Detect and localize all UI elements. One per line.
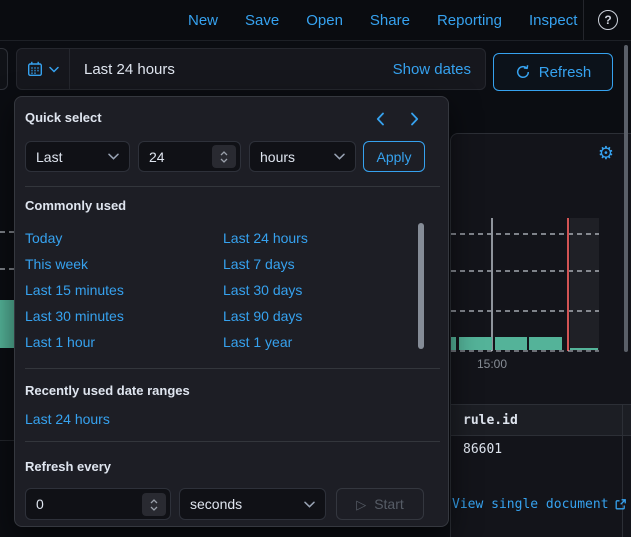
nav-reporting[interactable]: Reporting <box>437 12 502 29</box>
quick-link-last-7-days[interactable]: Last 7 days <box>223 256 295 272</box>
stepper-up-icon <box>150 499 158 504</box>
date-picker-bar: Last 24 hours Show dates <box>16 48 486 90</box>
quick-link-last-90-days[interactable]: Last 90 days <box>223 308 302 324</box>
show-dates-button[interactable]: Show dates <box>393 61 471 78</box>
document-chart-panel: ⚙ 15:00 rule.id 86601 View single docume… <box>450 133 631 537</box>
chevron-down-icon <box>334 153 345 160</box>
view-single-document-link[interactable]: View single document <box>452 497 627 512</box>
refresh-unit-select[interactable]: seconds <box>179 488 326 520</box>
quick-link-last-30-days[interactable]: Last 30 days <box>223 282 302 298</box>
chart-cursor-line <box>491 218 493 351</box>
quick-link-last-30-minutes[interactable]: Last 30 minutes <box>25 308 124 324</box>
stepper-up-icon <box>220 151 228 156</box>
page-scrollbar[interactable] <box>624 45 628 352</box>
table-right-border <box>622 404 623 537</box>
number-stepper[interactable] <box>142 493 166 516</box>
query-bar-edge <box>0 48 8 90</box>
popover-divider <box>25 368 440 369</box>
quick-link-this-week[interactable]: This week <box>25 256 88 272</box>
gridline-fragment <box>0 268 14 270</box>
chart-bar <box>495 337 527 350</box>
topbar-divider <box>583 0 584 40</box>
chart-bar <box>0 300 14 348</box>
quick-link-last-1-year[interactable]: Last 1 year <box>223 334 292 350</box>
gear-icon[interactable]: ⚙ <box>595 142 617 164</box>
refresh-label: Refresh <box>539 64 592 81</box>
amount-field-wrap <box>138 141 241 172</box>
unit-select-value: hours <box>260 149 295 165</box>
gridline-fragment <box>0 231 14 233</box>
x-axis-tick-label: 15:00 <box>477 357 507 371</box>
tense-select-value: Last <box>36 149 62 165</box>
refresh-button[interactable]: Refresh <box>493 53 613 91</box>
view-single-document-label: View single document <box>452 497 609 512</box>
nav-new[interactable]: New <box>188 12 218 29</box>
quick-link-last-1-hour[interactable]: Last 1 hour <box>25 334 95 350</box>
recently-used-last-24-hours[interactable]: Last 24 hours <box>25 411 110 427</box>
amount-input[interactable] <box>149 149 209 165</box>
calendar-icon <box>27 61 43 77</box>
commonly-used-title: Commonly used <box>25 198 126 213</box>
chevron-down-icon <box>304 501 315 508</box>
panel-edge-fragment <box>0 440 14 441</box>
chart-shaded-region <box>570 218 599 351</box>
top-bar: New Save Open Share Reporting Inspect ? <box>0 0 631 41</box>
chart-marker-line <box>567 218 569 351</box>
chart-bar <box>459 337 492 350</box>
interval-field-wrap <box>25 488 171 520</box>
help-icon[interactable]: ? <box>598 10 618 30</box>
tense-select[interactable]: Last <box>25 141 130 172</box>
quick-link-today[interactable]: Today <box>25 230 62 246</box>
refresh-every-title: Refresh every <box>25 459 111 474</box>
unit-select[interactable]: hours <box>249 141 356 172</box>
chart-bar <box>451 337 456 350</box>
selected-range-label[interactable]: Last 24 hours <box>84 61 175 78</box>
quick-link-last-15-minutes[interactable]: Last 15 minutes <box>25 282 124 298</box>
start-label: Start <box>374 496 404 512</box>
previous-time-window-icon[interactable] <box>369 108 391 130</box>
stepper-down-icon <box>150 506 158 511</box>
popover-divider <box>25 186 440 187</box>
datebar-divider <box>69 49 70 89</box>
screen: New Save Open Share Reporting Inspect ? <box>0 0 631 537</box>
number-stepper[interactable] <box>212 145 236 168</box>
quick-link-last-24-hours[interactable]: Last 24 hours <box>223 230 308 246</box>
chevron-down-icon <box>108 153 119 160</box>
start-refresh-button[interactable]: ▷ Start <box>336 488 424 520</box>
chart-bar <box>529 337 562 350</box>
popover-divider <box>25 441 440 442</box>
calendar-dropdown-button[interactable] <box>17 49 69 89</box>
stepper-down-icon <box>220 158 228 163</box>
nav-open[interactable]: Open <box>306 12 343 29</box>
top-nav: New Save Open Share Reporting Inspect <box>188 0 577 40</box>
nav-save[interactable]: Save <box>245 12 279 29</box>
external-link-icon <box>614 498 627 511</box>
nav-inspect[interactable]: Inspect <box>529 12 577 29</box>
quick-select-title: Quick select <box>25 110 102 125</box>
date-picker-popover: Quick select Last hours Apply <box>14 96 449 527</box>
refresh-interval-input[interactable] <box>36 496 96 512</box>
refresh-unit-value: seconds <box>190 496 242 512</box>
table-cell-value: 86601 <box>463 442 502 457</box>
recently-used-title: Recently used date ranges <box>25 383 190 398</box>
refresh-icon <box>515 64 531 80</box>
table-header-rule-id: rule.id <box>451 404 631 436</box>
popover-scrollbar[interactable] <box>418 223 424 349</box>
play-icon: ▷ <box>356 498 366 511</box>
nav-share[interactable]: Share <box>370 12 410 29</box>
chevron-down-icon <box>49 66 59 73</box>
next-time-window-icon[interactable] <box>403 108 425 130</box>
apply-button[interactable]: Apply <box>363 141 425 172</box>
chart-baseline <box>451 350 599 352</box>
